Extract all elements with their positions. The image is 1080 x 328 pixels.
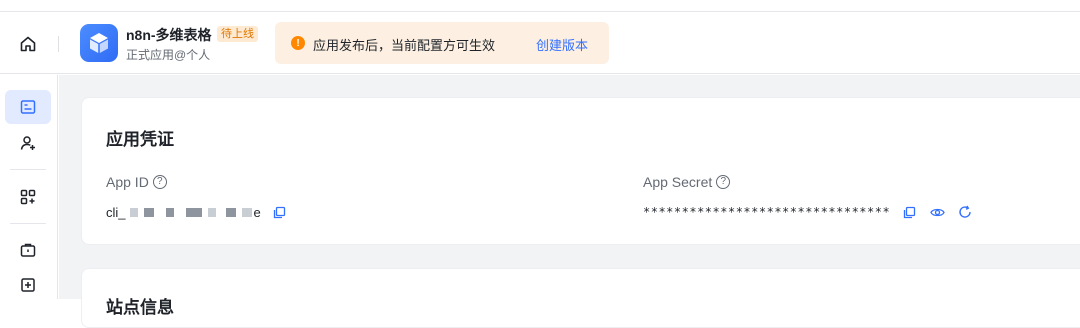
header-divider	[58, 36, 59, 52]
sidebar-item-credentials[interactable]	[5, 90, 51, 124]
app-secret-label-row: App Secret ?	[643, 174, 731, 190]
site-info-card: 站点信息	[81, 268, 1080, 328]
refresh-icon	[959, 205, 971, 218]
masked-segment	[241, 207, 252, 217]
briefcase-icon	[20, 243, 36, 257]
help-icon[interactable]: ?	[716, 175, 731, 189]
app-secret-label: App Secret	[643, 174, 713, 190]
add-box-icon	[21, 278, 35, 292]
publish-notice: ! 应用发布后，当前配置方可生效 创建版本	[275, 22, 609, 64]
help-icon[interactable]: ?	[152, 175, 167, 189]
app-id-label: App ID	[106, 174, 149, 190]
masked-segment	[225, 207, 236, 217]
sidebar-divider	[10, 223, 46, 224]
app-subtitle: 正式应用@个人	[126, 48, 211, 62]
app-header: n8n-多维表格 待上线 正式应用@个人 ! 应用发布后，当前配置方可生效 创建…	[0, 12, 1080, 74]
sidebar-item-add[interactable]	[5, 268, 51, 302]
reset-secret-button[interactable]	[956, 203, 974, 221]
show-secret-button[interactable]	[928, 203, 946, 221]
app-id-suffix: e	[253, 204, 261, 220]
app-secret-value: ********************************	[643, 205, 891, 219]
create-version-link[interactable]: 创建版本	[536, 35, 588, 54]
home-button[interactable]	[14, 30, 42, 58]
app-id-label-row: App ID ?	[106, 174, 167, 190]
masked-segment	[143, 207, 154, 217]
app-id-value-row: cli_ e	[106, 203, 289, 221]
copy-icon	[274, 206, 286, 218]
app-secret-value-row: ********************************	[643, 203, 974, 221]
sidebar-item-publish[interactable]	[5, 233, 51, 267]
main-content: 应用凭证 App ID ? cli_ e App Secret ? ******…	[59, 75, 1080, 328]
status-badge: 待上线	[217, 26, 258, 42]
notice-text: 应用发布后，当前配置方可生效	[313, 38, 496, 53]
top-strip	[0, 0, 1080, 12]
credentials-icon	[20, 100, 36, 114]
sidebar-item-features[interactable]	[5, 180, 51, 214]
masked-segment	[207, 207, 216, 217]
copy-app-secret-button[interactable]	[900, 203, 918, 221]
sidebar-divider	[10, 169, 46, 170]
cube-icon	[90, 33, 108, 53]
sidebar-item-members[interactable]	[5, 126, 51, 160]
copy-icon	[903, 206, 915, 218]
masked-segment	[165, 207, 174, 217]
sidebar	[0, 75, 58, 299]
app-id-prefix: cli_	[106, 204, 126, 220]
card-title: 站点信息	[106, 298, 174, 317]
app-logo	[80, 24, 118, 62]
apps-add-icon	[20, 189, 36, 205]
add-user-icon	[20, 136, 35, 150]
warning-icon: !	[291, 36, 305, 50]
copy-app-id-button[interactable]	[271, 203, 289, 221]
home-icon	[20, 36, 36, 52]
masked-segment	[129, 207, 138, 217]
credentials-card: 应用凭证 App ID ? cli_ e App Secret ? ******…	[81, 97, 1080, 245]
masked-segment	[185, 207, 202, 217]
card-title: 应用凭证	[106, 130, 174, 149]
eye-icon	[929, 208, 945, 216]
app-name: n8n-多维表格	[126, 27, 212, 43]
